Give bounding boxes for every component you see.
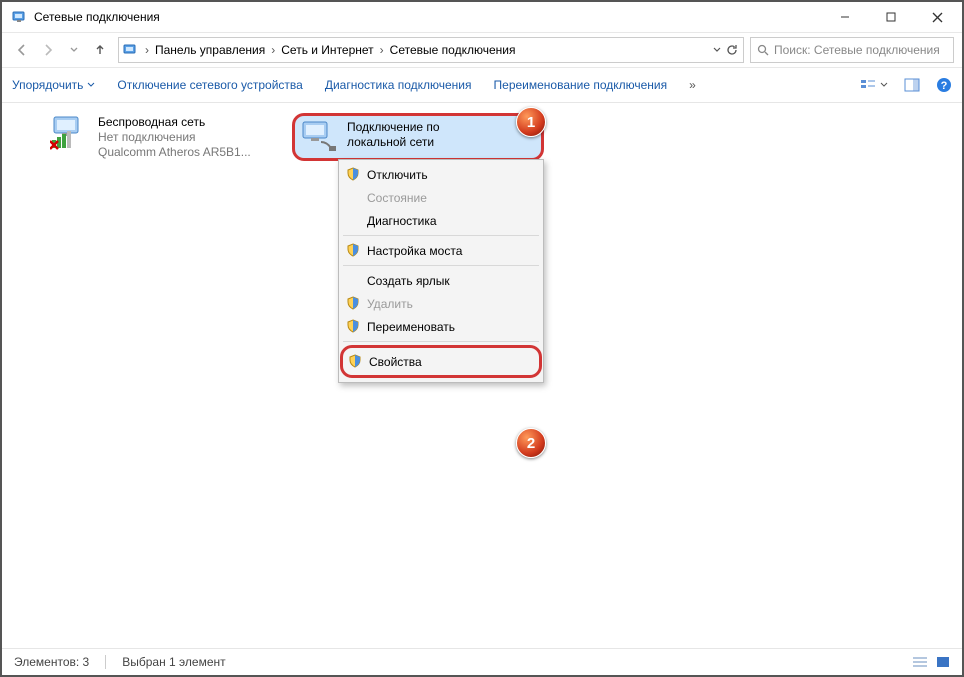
shield-icon — [346, 296, 360, 310]
close-button[interactable] — [914, 2, 960, 32]
address-bar: › Панель управления › Сеть и Интернет › … — [2, 33, 962, 68]
menu-disable[interactable]: Отключить — [341, 163, 541, 186]
minimize-button[interactable] — [822, 2, 868, 32]
chevron-right-icon: › — [378, 43, 386, 57]
wifi-device: Qualcomm Atheros AR5B1... — [98, 145, 251, 160]
crumb-control-panel[interactable]: Панель управления — [155, 43, 265, 57]
more-commands-icon[interactable]: » — [689, 78, 696, 92]
lan-name-line2: локальной сети — [347, 135, 440, 150]
view-options-button[interactable] — [860, 78, 888, 92]
wifi-icon — [50, 115, 90, 149]
connection-lan-text: Подключение по локальной сети — [347, 120, 440, 150]
annotation-badge-2: 2 — [516, 428, 546, 458]
menu-shortcut[interactable]: Создать ярлык — [341, 269, 541, 292]
crumb-network-internet[interactable]: Сеть и Интернет — [281, 43, 373, 57]
menu-properties[interactable]: Свойства — [343, 350, 539, 373]
content-area[interactable]: Беспроводная сеть Нет подключения Qualco… — [2, 103, 962, 645]
status-divider — [105, 655, 106, 669]
back-button[interactable] — [10, 38, 34, 62]
help-button[interactable]: ? — [936, 77, 952, 93]
status-selected: Выбран 1 элемент — [122, 655, 225, 669]
up-button[interactable] — [88, 38, 112, 62]
diagnose-connection-button[interactable]: Диагностика подключения — [325, 78, 472, 92]
context-menu: Отключить Состояние Диагностика Настройк… — [338, 159, 544, 383]
forward-button[interactable] — [36, 38, 60, 62]
connection-lan[interactable]: Подключение по локальной сети — [292, 113, 544, 161]
annotation-badge-1: 1 — [516, 107, 546, 137]
chevron-right-icon: › — [143, 43, 151, 57]
rename-connection-button[interactable]: Переименование подключения — [494, 78, 668, 92]
maximize-button[interactable] — [868, 2, 914, 32]
menu-status: Состояние — [341, 186, 541, 209]
app-icon — [12, 9, 28, 25]
wifi-status: Нет подключения — [98, 130, 251, 145]
large-icons-view-icon[interactable] — [936, 656, 950, 668]
refresh-icon[interactable] — [725, 43, 739, 57]
lan-name-line1: Подключение по — [347, 120, 440, 135]
crumb-network-connections[interactable]: Сетевые подключения — [390, 43, 516, 57]
status-bar: Элементов: 3 Выбран 1 элемент — [2, 648, 962, 675]
organize-menu[interactable]: Упорядочить — [12, 78, 95, 92]
menu-diagnostics[interactable]: Диагностика — [341, 209, 541, 232]
preview-pane-button[interactable] — [904, 78, 920, 92]
window-title: Сетевые подключения — [34, 10, 160, 24]
shield-icon — [346, 319, 360, 333]
disable-device-button[interactable]: Отключение сетевого устройства — [117, 78, 302, 92]
search-placeholder: Поиск: Сетевые подключения — [774, 43, 940, 57]
connection-wifi[interactable]: Беспроводная сеть Нет подключения Qualco… — [50, 115, 280, 160]
annotation-highlight-2: Свойства — [340, 345, 542, 378]
shield-icon — [346, 243, 360, 257]
history-dropdown-icon[interactable] — [711, 44, 723, 56]
svg-text:?: ? — [941, 80, 948, 92]
shield-icon — [348, 354, 362, 368]
shield-icon — [346, 167, 360, 181]
search-input[interactable]: Поиск: Сетевые подключения — [750, 37, 954, 63]
menu-rename[interactable]: Переименовать — [341, 315, 541, 338]
folder-icon — [123, 42, 139, 58]
connection-wifi-text: Беспроводная сеть Нет подключения Qualco… — [98, 115, 251, 160]
menu-delete: Удалить — [341, 292, 541, 315]
menu-bridge[interactable]: Настройка моста — [341, 239, 541, 262]
window: Сетевые подключения › Панель управления … — [0, 0, 964, 677]
status-count: Элементов: 3 — [14, 655, 89, 669]
chevron-right-icon: › — [269, 43, 277, 57]
nav-buttons — [10, 38, 112, 62]
search-icon — [757, 44, 770, 57]
command-bar: Упорядочить Отключение сетевого устройст… — [2, 68, 962, 103]
details-view-icon[interactable] — [912, 656, 928, 668]
wifi-name: Беспроводная сеть — [98, 115, 251, 130]
breadcrumb[interactable]: › Панель управления › Сеть и Интернет › … — [118, 37, 744, 63]
titlebar: Сетевые подключения — [2, 2, 962, 33]
recent-dropdown[interactable] — [62, 38, 86, 62]
lan-icon — [299, 120, 339, 154]
